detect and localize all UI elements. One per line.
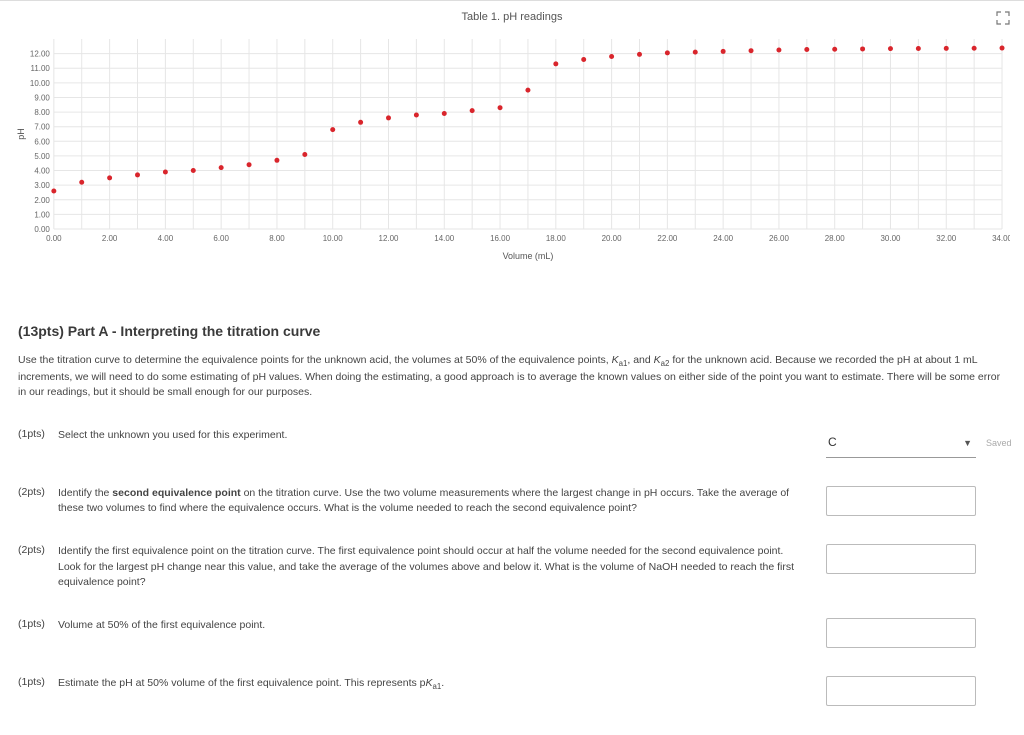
svg-text:2.00: 2.00 xyxy=(102,234,118,243)
q5-input[interactable] xyxy=(826,676,976,706)
svg-text:6.00: 6.00 xyxy=(34,137,50,146)
svg-text:20.00: 20.00 xyxy=(602,234,622,243)
question-4: (1pts) Volume at 50% of the first equiva… xyxy=(14,618,1010,648)
q2-input[interactable] xyxy=(826,486,976,516)
svg-text:3.00: 3.00 xyxy=(34,181,50,190)
svg-text:28.00: 28.00 xyxy=(825,234,845,243)
svg-text:18.00: 18.00 xyxy=(546,234,566,243)
question-3: (2pts) Identify the first equivalence po… xyxy=(14,544,1010,590)
unknown-select[interactable] xyxy=(826,428,976,458)
svg-text:6.00: 6.00 xyxy=(213,234,229,243)
chart-title: Table 1. pH readings xyxy=(462,11,563,23)
svg-text:4.00: 4.00 xyxy=(34,167,50,176)
part-a-section: (13pts) Part A - Interpreting the titrat… xyxy=(14,323,1010,400)
q1-points: (1pts) xyxy=(18,428,58,440)
svg-text:26.00: 26.00 xyxy=(769,234,789,243)
question-5: (1pts) Estimate the pH at 50% volume of … xyxy=(14,676,1010,706)
titration-chart: 0.00 1.00 2.00 3.00 4.00 5.00 6.00 7.00 8.00 9.00… xyxy=(14,33,1010,263)
q4-text: Volume at 50% of the first equivalence p… xyxy=(58,618,826,633)
svg-text:0.00: 0.00 xyxy=(34,225,50,234)
svg-text:pH: pH xyxy=(16,128,26,139)
svg-text:11.00: 11.00 xyxy=(31,64,51,73)
q3-points: (2pts) xyxy=(18,544,58,556)
svg-text:8.00: 8.00 xyxy=(269,234,285,243)
q2-points: (2pts) xyxy=(18,486,58,498)
svg-text:10.00: 10.00 xyxy=(30,79,50,88)
svg-text:32.00: 32.00 xyxy=(936,234,956,243)
svg-text:22.00: 22.00 xyxy=(657,234,677,243)
q2-text: Identify the second equivalence point on… xyxy=(58,486,826,516)
svg-text:16.00: 16.00 xyxy=(490,234,510,243)
svg-text:5.00: 5.00 xyxy=(34,152,50,161)
q4-points: (1pts) xyxy=(18,618,58,630)
q5-text: Estimate the pH at 50% volume of the fir… xyxy=(58,676,826,693)
svg-text:9.00: 9.00 xyxy=(34,93,50,102)
svg-text:10.00: 10.00 xyxy=(323,234,343,243)
svg-text:4.00: 4.00 xyxy=(158,234,174,243)
q3-input[interactable] xyxy=(826,544,976,574)
question-2: (2pts) Identify the second equivalence p… xyxy=(14,486,1010,516)
svg-text:Volume (mL): Volume (mL) xyxy=(503,251,554,261)
expand-icon[interactable] xyxy=(996,11,1010,25)
saved-label: Saved xyxy=(986,438,1012,448)
chart-header: Table 1. pH readings xyxy=(14,11,1010,29)
svg-text:24.00: 24.00 xyxy=(713,234,733,243)
svg-text:30.00: 30.00 xyxy=(881,234,901,243)
svg-text:8.00: 8.00 xyxy=(34,108,50,117)
part-a-intro: Use the titration curve to determine the… xyxy=(18,353,1006,400)
svg-text:2.00: 2.00 xyxy=(34,196,50,205)
q5-points: (1pts) xyxy=(18,676,58,688)
q3-text: Identify the first equivalence point on … xyxy=(58,544,826,590)
svg-text:1.00: 1.00 xyxy=(34,210,50,219)
q4-input[interactable] xyxy=(826,618,976,648)
q1-text: Select the unknown you used for this exp… xyxy=(58,428,826,443)
svg-text:12.00: 12.00 xyxy=(379,234,399,243)
svg-text:7.00: 7.00 xyxy=(34,123,50,132)
svg-text:12.00: 12.00 xyxy=(30,50,50,59)
svg-text:34.00: 34.00 xyxy=(992,234,1010,243)
svg-text:0.00: 0.00 xyxy=(46,234,62,243)
svg-text:14.00: 14.00 xyxy=(434,234,454,243)
question-1: (1pts) Select the unknown you used for t… xyxy=(14,428,1010,458)
part-a-heading: (13pts) Part A - Interpreting the titrat… xyxy=(18,323,1006,339)
